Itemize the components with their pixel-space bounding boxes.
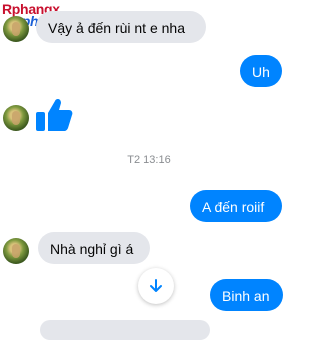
message-timestamp: T2 13:16 xyxy=(127,154,171,166)
scroll-to-bottom-button[interactable] xyxy=(138,268,174,304)
message-outgoing[interactable]: A đến roiif xyxy=(190,190,282,222)
avatar[interactable] xyxy=(3,16,29,42)
thumbs-up-icon[interactable] xyxy=(34,95,74,135)
message-incoming[interactable]: Vậy ả đến rùi nt e nha xyxy=(36,11,206,43)
message-outgoing[interactable]: Uh xyxy=(240,55,282,87)
message-incoming[interactable]: Nhà nghỉ gì á xyxy=(38,232,150,264)
message-outgoing[interactable]: Binh an xyxy=(210,279,283,311)
message-incoming-partial xyxy=(40,320,210,340)
avatar[interactable] xyxy=(3,105,29,131)
avatar[interactable] xyxy=(3,238,29,264)
arrow-down-icon xyxy=(150,279,162,292)
